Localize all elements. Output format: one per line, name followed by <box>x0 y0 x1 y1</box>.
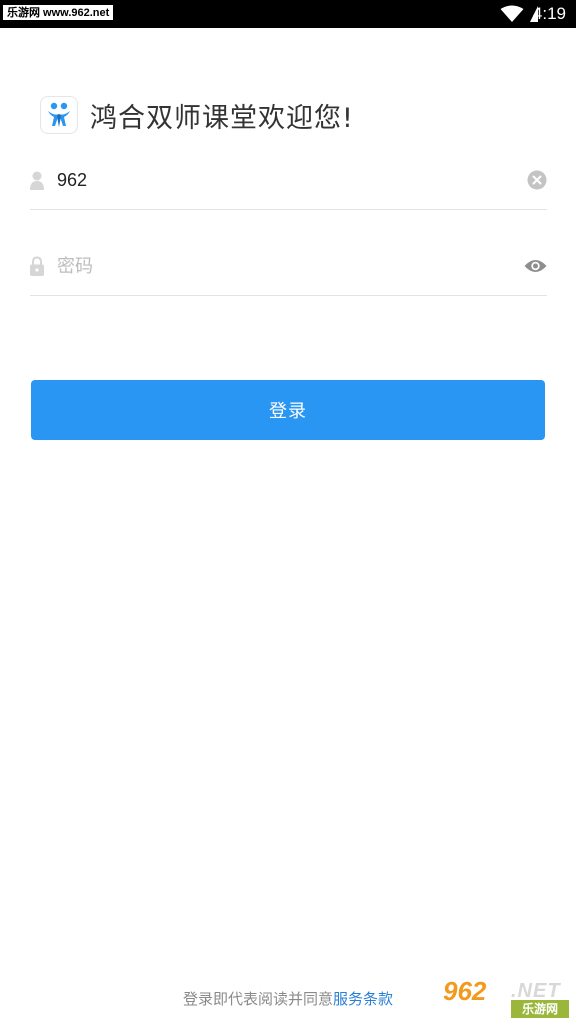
status-time: 4:19 <box>532 4 566 23</box>
username-field <box>30 150 547 210</box>
login-button[interactable]: 登录 <box>31 380 545 440</box>
lock-icon <box>30 256 44 276</box>
password-input[interactable] <box>57 250 517 282</box>
eye-icon[interactable] <box>524 258 547 274</box>
agreement-prefix: 登录即代表阅读并同意 <box>182 990 333 1008</box>
watermark-suffix: .NET <box>511 980 561 1002</box>
watermark-number: 962 <box>443 976 487 1006</box>
welcome-header: 鸿合双师课堂欢迎您! <box>40 96 354 134</box>
app-logo <box>40 96 78 134</box>
page-title: 鸿合双师课堂欢迎您! <box>90 102 354 134</box>
user-icon <box>30 171 44 190</box>
password-field <box>30 236 547 296</box>
two-figures-logo-icon <box>48 102 70 127</box>
corner-watermark: 962 .NET 乐游网 <box>437 976 573 1020</box>
wifi-icon <box>500 5 524 22</box>
username-input[interactable] <box>57 164 517 196</box>
terms-of-service-link[interactable]: 服务条款 <box>333 990 393 1008</box>
status-bar: 乐游网 www.962.net 4:19 <box>0 0 576 28</box>
clear-circle-icon[interactable] <box>527 170 547 190</box>
watermark-subtext: 乐游网 <box>511 1000 569 1018</box>
watermark-tag: 乐游网 www.962.net <box>2 4 115 21</box>
